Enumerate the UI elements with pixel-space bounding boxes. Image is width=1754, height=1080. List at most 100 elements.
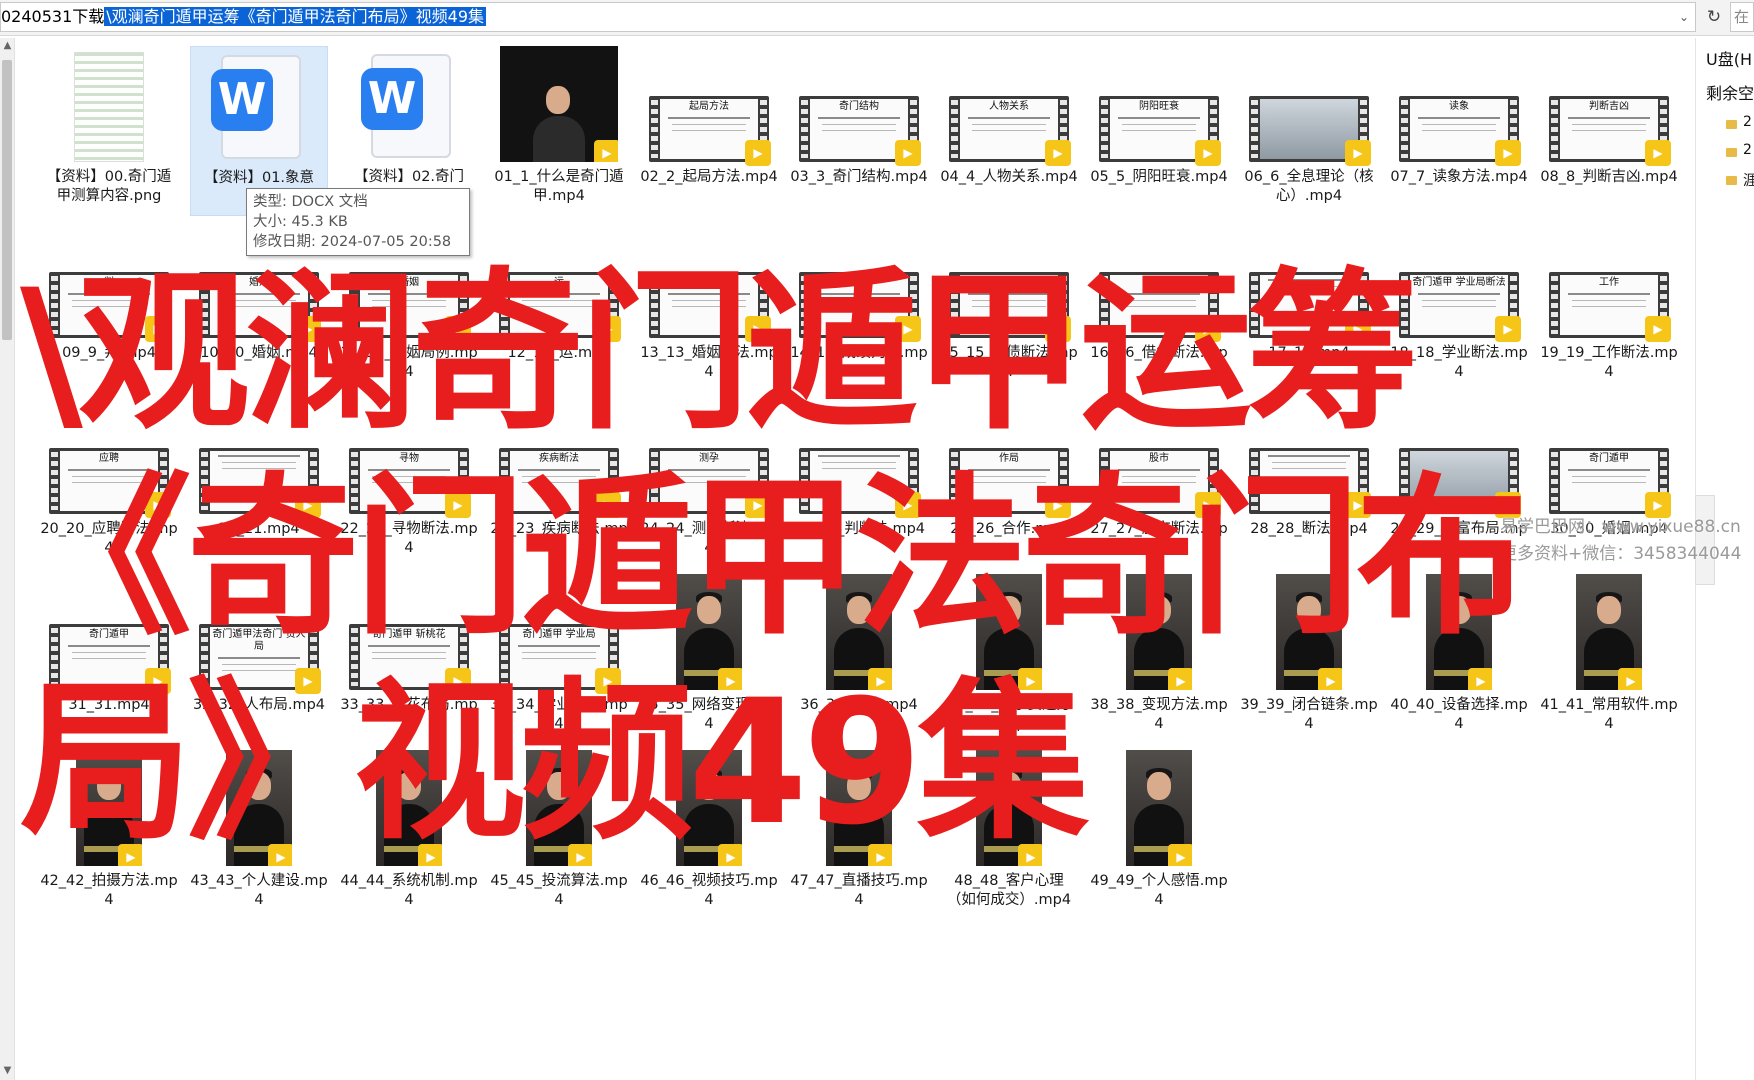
file-item[interactable]: ▶ 25_25_判断法.mp4 <box>790 398 928 568</box>
file-item[interactable]: ▶ 42_42_拍摄方法.mp4 <box>40 750 178 920</box>
file-item[interactable]: 奇门遁甲 ▶ 31_31.mp4 <box>40 574 178 744</box>
file-thumbnail: 测孕 ▶ <box>648 398 771 518</box>
file-thumbnail: 奇门遁甲 学业局断法 ▶ <box>1398 222 1521 342</box>
file-thumbnail: 寻物 ▶ <box>348 398 471 518</box>
file-item[interactable]: 成绩 ▶ 14_14_成绩判断.mp4 <box>790 222 928 392</box>
file-item[interactable]: 奇门遁甲 学业局断法 ▶ 18_18_学业断法.mp4 <box>1390 222 1528 392</box>
file-item[interactable]: ▶ 47_47_直播技巧.mp4 <box>790 750 928 920</box>
file-item[interactable]: 判 ▶ 09_9_判.mp4 <box>40 222 178 392</box>
thumbnail-caption: 借贷 <box>1149 277 1169 288</box>
file-item[interactable]: ▶ 49_49_个人感悟.mp4 <box>1090 750 1228 920</box>
video-filmstrip-icon: 起局方法 ▶ <box>649 96 771 166</box>
nav-drive-label[interactable]: U盘(H <box>1706 46 1752 70</box>
file-item[interactable]: ▶ 36_36_吐纳.mp4 <box>790 574 928 744</box>
search-input[interactable]: 在 <box>1730 2 1754 32</box>
file-item[interactable]: ▶ 21_21.mp4 <box>190 398 328 568</box>
file-name-label: 46_46_视频技巧.mp4 <box>640 873 778 908</box>
file-thumbnail: ▶ <box>1248 222 1371 342</box>
video-filmstrip-icon: 判 ▶ <box>49 272 171 342</box>
refresh-icon[interactable]: ↻ <box>1703 6 1725 28</box>
file-item[interactable]: 【资料】00.奇门遁甲测算内容.png <box>40 46 178 216</box>
file-thumbnail: W <box>198 47 320 163</box>
file-item[interactable]: 股市 ▶ 27_27_股市断法.mp4 <box>1090 398 1228 568</box>
player-badge-icon: ▶ <box>418 844 442 866</box>
file-item[interactable]: ▶ 35_35_网络变现.mp4 <box>640 574 778 744</box>
file-item[interactable]: ▶ 43_43_个人建设.mp4 <box>190 750 328 920</box>
player-badge-icon: ▶ <box>718 668 742 690</box>
video-filmstrip-icon: 应聘 ▶ <box>49 448 171 518</box>
file-item[interactable]: 婚姻方法 ▶ 13_13_婚姻方法.mp4 <box>640 222 778 392</box>
file-name-label: 37_37_国学赛道方向.mp4 <box>947 697 1071 732</box>
file-item[interactable]: ▶ 37_37_国学赛道方向.mp4 <box>940 574 1078 744</box>
video-filmstrip-icon: 判断吉凶 ▶ <box>1549 96 1671 166</box>
file-item[interactable]: 奇门遁甲 斩桃花 ▶ 33_33_桃花布局.mp4 <box>340 574 478 744</box>
file-name-label: 42_42_拍摄方法.mp4 <box>40 873 178 908</box>
file-item[interactable]: ▶ 44_44_系统机制.mp4 <box>340 750 478 920</box>
file-name-label: 08_8_判断吉凶.mp4 <box>1540 169 1678 185</box>
file-item[interactable]: 读象 ▶ 07_7_读象方法.mp4 <box>1390 46 1528 216</box>
player-badge-icon: ▶ <box>895 140 921 166</box>
video-filmstrip-icon: 人物关系 ▶ <box>949 96 1071 166</box>
file-thumbnail: ▶ <box>48 750 170 866</box>
file-item[interactable]: ▶ 41_41_常用软件.mp4 <box>1540 574 1678 744</box>
file-item[interactable]: 工作 ▶ 19_19_工作断法.mp4 <box>1540 222 1678 392</box>
file-item[interactable]: ▶ 38_38_变现方法.mp4 <box>1090 574 1228 744</box>
file-item[interactable]: 运 ▶ 12_12_运.mp4 <box>490 222 628 392</box>
nav-folder-item[interactable]: 涯 <box>1743 170 1754 190</box>
file-item[interactable]: 奇门结构 ▶ 03_3_奇门结构.mp4 <box>790 46 928 216</box>
file-item[interactable]: 应聘 ▶ 20_20_应聘断法.mp4 <box>40 398 178 568</box>
file-item[interactable]: ▶ 01_1_什么是奇门遁甲.mp4 <box>490 46 628 216</box>
nav-folder-item[interactable]: 2 <box>1743 142 1752 158</box>
vertical-scrollbar[interactable]: ▲ ▼ <box>0 38 15 1080</box>
scrollbar-thumb[interactable] <box>2 60 12 340</box>
file-thumbnail: ▶ <box>198 398 321 518</box>
file-thumbnail <box>48 46 170 162</box>
file-name-label: 41_41_常用软件.mp4 <box>1540 697 1678 732</box>
file-item[interactable]: ▶ 17_17.mp4 <box>1240 222 1378 392</box>
file-item[interactable]: ▶ 46_46_视频技巧.mp4 <box>640 750 778 920</box>
scroll-up-icon[interactable]: ▲ <box>0 40 15 51</box>
file-item[interactable]: ▶ 39_39_闭合链条.mp4 <box>1240 574 1378 744</box>
file-thumbnail: ▶ <box>1248 574 1370 690</box>
file-item[interactable]: ▶ 40_40_设备选择.mp4 <box>1390 574 1528 744</box>
address-selected-text: \观澜奇门遁甲运筹《奇门遁甲法奇门布局》视频49集 <box>104 7 487 26</box>
file-item[interactable]: 阴阳旺衰 ▶ 05_5_阴阳旺衰.mp4 <box>1090 46 1228 216</box>
file-name-label: 43_43_个人建设.mp4 <box>190 873 328 908</box>
scroll-down-icon[interactable]: ▼ <box>0 1065 15 1076</box>
file-item[interactable]: 讨债 ▶ 15_15_讨债断法.mp4 <box>940 222 1078 392</box>
file-item[interactable]: ▶ 28_28_断法.mp4 <box>1240 398 1378 568</box>
video-filmstrip-icon: 奇门遁甲 学业局 ▶ <box>499 624 621 694</box>
video-filmstrip-icon: 奇门遁甲 学业局断法 ▶ <box>1399 272 1521 342</box>
file-thumbnail: 判 ▶ <box>48 222 171 342</box>
watermark: 易学巴巴网：www.yixue88.cn 更多资料+微信：3458344044 <box>1500 514 1741 568</box>
file-item[interactable]: 作局 ▶ 26_26_合作.mp4 <box>940 398 1078 568</box>
chevron-down-icon[interactable]: ⌄ <box>1679 3 1689 31</box>
file-name-label: 18_18_学业断法.mp4 <box>1390 345 1528 380</box>
thumbnail-caption: 运 <box>554 277 564 288</box>
file-item[interactable]: 奇门遁甲法奇门 贵人局 ▶ 32_32_人布局.mp4 <box>190 574 328 744</box>
file-item[interactable]: 测孕 ▶ 24_24_测孕断法.mp4 <box>640 398 778 568</box>
file-item[interactable]: 寻物 ▶ 22_22_寻物断法.mp4 <box>340 398 478 568</box>
file-item[interactable]: 疾病断法 ▶ 23_23_疾病断法.mp4 <box>490 398 628 568</box>
address-field[interactable]: 0240531下载 \观澜奇门遁甲运筹《奇门遁甲法奇门布局》视频49集 ⌄ <box>0 2 1696 32</box>
file-item[interactable]: ▶ 06_6_全息理论（核心）.mp4 <box>1240 46 1378 216</box>
file-name-label: 03_3_奇门结构.mp4 <box>790 169 928 185</box>
file-item[interactable]: ▶ 48_48_客户心理（如何成交）.mp4 <box>940 750 1078 920</box>
video-filmstrip-icon: 婚姻 ▶ <box>349 272 471 342</box>
nav-folder-item[interactable]: 2 <box>1743 114 1752 130</box>
file-item[interactable]: 奇门遁甲 学业局 ▶ 34_34_学业布局.mp4 <box>490 574 628 744</box>
file-item[interactable]: 判断吉凶 ▶ 08_8_判断吉凶.mp4 <box>1540 46 1678 216</box>
file-name-label: 24_24_测孕断法.mp4 <box>640 521 778 556</box>
thumbnail-caption: 阴阳旺衰 <box>1139 101 1179 112</box>
file-name-label: 31_31.mp4 <box>68 697 150 713</box>
thumbnail-caption: 起局方法 <box>689 101 729 112</box>
video-thumbnail-icon: ▶ <box>1126 574 1192 690</box>
file-thumbnail: ▶ <box>948 750 1070 866</box>
file-item[interactable]: 借贷 ▶ 16_16_借贷断法.mp4 <box>1090 222 1228 392</box>
file-name-label: 32_32_人布局.mp4 <box>192 697 326 713</box>
player-badge-icon: ▶ <box>145 316 171 342</box>
file-item[interactable]: 起局方法 ▶ 02_2_起局方法.mp4 <box>640 46 778 216</box>
file-item[interactable]: ▶ 45_45_投流算法.mp4 <box>490 750 628 920</box>
file-item[interactable]: 人物关系 ▶ 04_4_人物关系.mp4 <box>940 46 1078 216</box>
thumbnail-caption: 奇门遁甲 学业局 <box>522 629 596 640</box>
